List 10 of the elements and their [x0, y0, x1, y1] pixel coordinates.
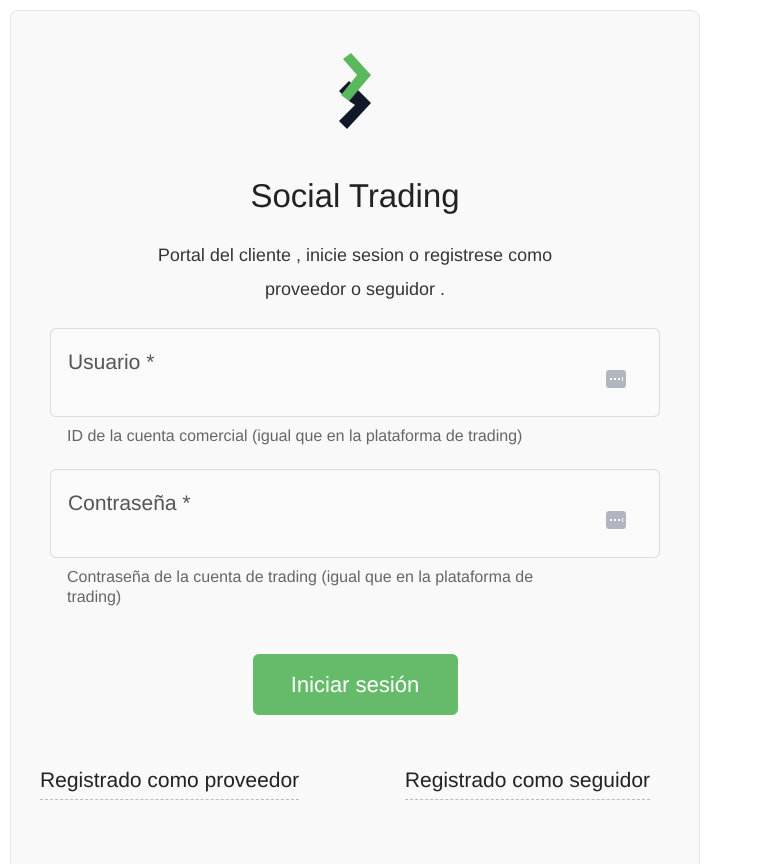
keyboard-icon[interactable] [606, 511, 626, 530]
register-link[interactable]: Registrado como proveedor [40, 765, 300, 800]
register-link[interactable]: Registrado como seguidor [404, 765, 650, 800]
field-hint: Contraseña de la cuenta de trading (igual que en la plataforma de trading) [67, 568, 534, 608]
subtitle-text: Portal del cliente , inicie sesion o registrese como proveedor o seguidor . [156, 244, 554, 302]
field-hint: ID de la cuenta comercial (igual que en la plataforma de trading) [67, 427, 524, 448]
input-field[interactable]: Contraseña * [50, 469, 660, 558]
input-field[interactable]: Usuario * [50, 328, 660, 418]
keyboard-icon[interactable] [606, 370, 626, 388]
page-title: Social Trading [250, 176, 460, 216]
